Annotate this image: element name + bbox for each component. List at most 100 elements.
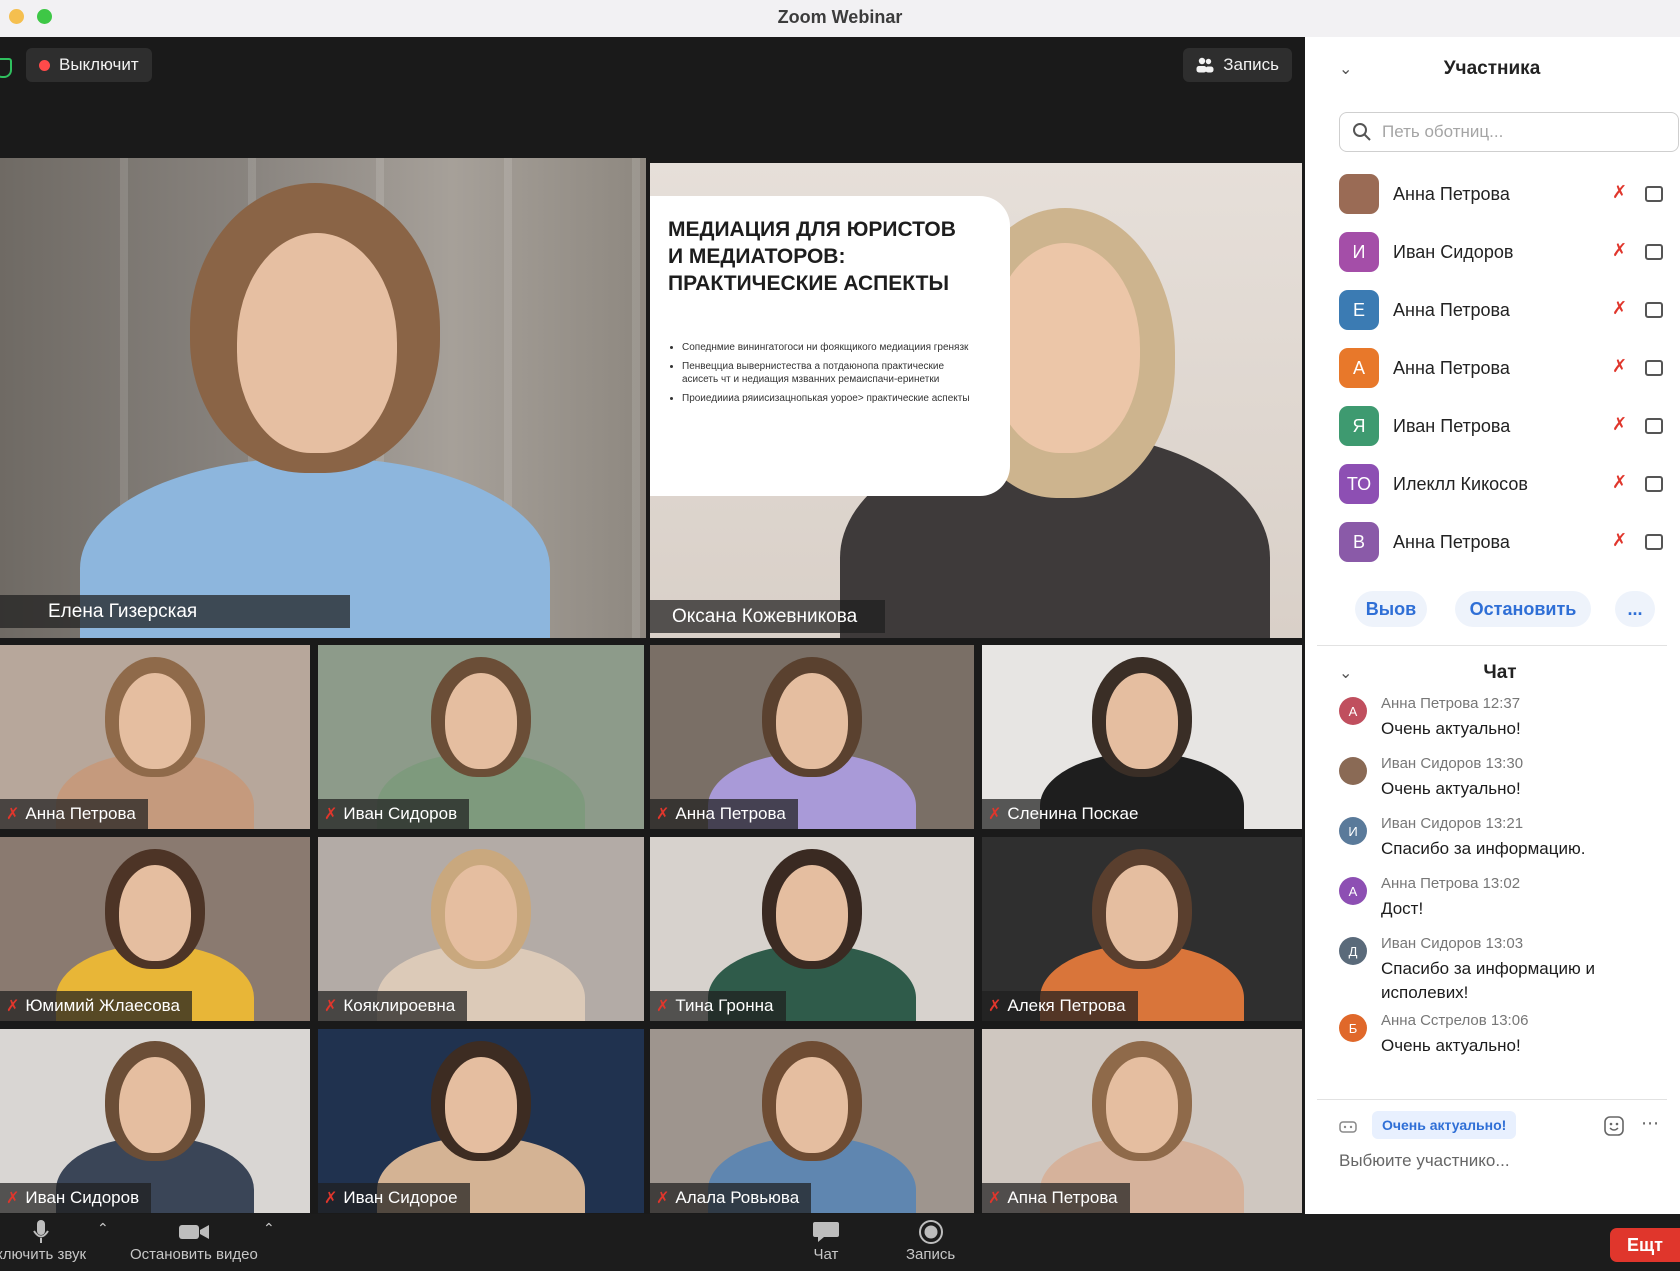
muted-microphone-icon[interactable]: ✗ xyxy=(1612,182,1627,203)
participant-row[interactable]: В Анна Петрова ✗ xyxy=(1339,513,1679,571)
participant-video-tile[interactable]: ✗ Тина Гронна xyxy=(650,837,974,1021)
chat-header: ⌄ Чат xyxy=(1317,657,1667,691)
participant-video-tile[interactable]: ✗ Юмимий Жлаесова xyxy=(0,837,310,1021)
recording-status-button[interactable]: Выключит xyxy=(26,48,152,82)
participant-video-tile[interactable]: ✗ Апна Петрова xyxy=(982,1029,1302,1213)
avatar: В xyxy=(1339,522,1379,562)
participant-row[interactable]: Е Анна Петрова ✗ xyxy=(1339,281,1679,339)
video-off-icon[interactable] xyxy=(1645,360,1663,376)
participant-name: Тина Гронна xyxy=(675,996,774,1015)
more-icon[interactable]: ⋯ xyxy=(1641,1113,1659,1134)
participant-video-tile[interactable]: ✗ Сленина Поскае xyxy=(982,645,1302,829)
chat-message-text: Очень актуально! xyxy=(1381,1036,1521,1055)
muted-microphone-icon[interactable]: ✗ xyxy=(1612,414,1627,435)
panel-separator xyxy=(1305,37,1317,1214)
muted-microphone-icon: ✗ xyxy=(656,806,670,823)
participant-name: Алала Ровьюва xyxy=(675,1188,800,1207)
participants-search[interactable] xyxy=(1339,112,1679,152)
record-toolbar-button[interactable]: Запись xyxy=(906,1218,955,1263)
participant-row[interactable]: И Иван Сидоров ✗ xyxy=(1339,223,1679,281)
participant-row[interactable]: Анна Петрова ✗ xyxy=(1339,165,1679,223)
chat-avatar: А xyxy=(1339,697,1367,725)
video-off-icon[interactable] xyxy=(1645,476,1663,492)
record-toolbar-label: Запись xyxy=(906,1246,956,1263)
presenter-video-tile[interactable]: МЕДИАЦИЯ ДЛЯ ЮРИСТОВ И МЕДИАТОРОВ: ПРАКТ… xyxy=(650,163,1302,638)
microphone-icon xyxy=(33,1220,49,1243)
participant-row[interactable]: Я Иван Петрова ✗ xyxy=(1339,397,1679,455)
spotlight-video-tile[interactable]: Елена Гизерская xyxy=(0,158,646,638)
mute-button[interactable]: ключить звук xyxy=(0,1218,86,1263)
security-shield-icon[interactable] xyxy=(0,58,12,78)
participant-actions: Выов Остановить ... xyxy=(1317,587,1680,627)
stop-button[interactable]: Остановить xyxy=(1455,591,1591,627)
participant-row-name: Анна Петрова xyxy=(1393,300,1510,320)
section-divider xyxy=(1317,645,1667,646)
participant-row[interactable]: ТО Илеклл Кикосов ✗ xyxy=(1339,455,1679,513)
person-face xyxy=(1106,673,1178,769)
participant-name-tag: ✗ Иван Сидоров xyxy=(318,799,470,829)
participants-icon xyxy=(1196,57,1214,73)
stop-video-button[interactable]: Остановить видео xyxy=(130,1218,258,1263)
participant-row-name: Иван Сидоров xyxy=(1393,242,1514,262)
avatar: Я xyxy=(1339,406,1379,446)
quick-reply-chip[interactable]: Очень актуально! xyxy=(1372,1111,1517,1139)
participant-name-tag: ✗ Иван Сидорое xyxy=(318,1183,470,1213)
participant-action-button[interactable]: Выов xyxy=(1355,591,1427,627)
video-off-icon[interactable] xyxy=(1645,418,1663,434)
more-options-button[interactable]: ... xyxy=(1615,591,1655,627)
chat-avatar: Б xyxy=(1339,1014,1367,1042)
video-off-icon[interactable] xyxy=(1645,302,1663,318)
leave-button[interactable]: Ещт xyxy=(1610,1228,1680,1262)
chat-message-meta: Иван Сидоров 13:21 xyxy=(1381,815,1524,832)
participant-name-tag: ✗ Иван Сидоров xyxy=(0,1183,152,1213)
muted-microphone-icon: ✗ xyxy=(324,998,338,1015)
audio-options-chevron-icon[interactable]: ⌃ xyxy=(97,1220,109,1237)
chat-compose-area: Очень актуально! ⋯ Выбюите участнико... xyxy=(1317,1107,1680,1197)
avatar: ТО xyxy=(1339,464,1379,504)
emoji-icon[interactable] xyxy=(1603,1115,1625,1137)
participant-video-tile[interactable]: ✗ Анна Петрова xyxy=(0,645,310,829)
participants-search-input[interactable] xyxy=(1380,121,1664,143)
muted-microphone-icon: ✗ xyxy=(656,998,670,1015)
avatar xyxy=(1339,174,1379,214)
participant-video-tile[interactable]: ✗ Иван Сидорое xyxy=(318,1029,644,1213)
muted-microphone-icon: ✗ xyxy=(6,806,20,823)
slide-bullet: Проиедиииа ряиисизацнопькая уорое> практ… xyxy=(682,392,972,405)
meeting-area: Выключит Запись Елена Гизерская МЕДИАЦИЯ… xyxy=(0,37,1305,1214)
participant-video-tile[interactable]: ✗ Анна Петрова xyxy=(650,645,974,829)
participant-name-tag: ✗ Анна Петрова xyxy=(650,799,798,829)
video-off-icon[interactable] xyxy=(1645,186,1663,202)
video-options-chevron-icon[interactable]: ⌃ xyxy=(263,1220,275,1237)
record-button[interactable]: Запись xyxy=(1183,48,1292,82)
video-off-icon[interactable] xyxy=(1645,244,1663,260)
participant-video-tile[interactable]: ✗ Алала Ровьюва xyxy=(650,1029,974,1213)
video-off-icon[interactable] xyxy=(1645,534,1663,550)
slide-bullet: Сопеднмие винингатогоси ни фоякщикого ме… xyxy=(682,341,972,354)
participant-row[interactable]: А Анна Петрова ✗ xyxy=(1339,339,1679,397)
participant-video-tile[interactable]: ✗ Иван Сидоров xyxy=(318,645,644,829)
muted-microphone-icon[interactable]: ✗ xyxy=(1612,356,1627,377)
video-camera-icon xyxy=(178,1225,209,1239)
muted-microphone-icon[interactable]: ✗ xyxy=(1612,298,1627,319)
mute-label: ключить звук xyxy=(0,1246,87,1263)
participant-video-tile[interactable]: ✗ Кояклироевна xyxy=(318,837,644,1021)
participant-name: Кояклироевна xyxy=(343,996,456,1015)
reactions-icon[interactable] xyxy=(1339,1119,1357,1133)
chat-input[interactable]: Выбюите участнико... xyxy=(1339,1151,1510,1171)
muted-microphone-icon[interactable]: ✗ xyxy=(1612,472,1627,493)
participant-name: Сленина Поскае xyxy=(1007,804,1139,823)
participant-name-tag: Елена Гизерская xyxy=(0,595,350,628)
muted-microphone-icon[interactable]: ✗ xyxy=(1612,240,1627,261)
participant-name-tag: ✗ Апна Петрова xyxy=(982,1183,1130,1213)
chat-button[interactable]: Чат xyxy=(812,1218,840,1263)
chat-label: Чат xyxy=(813,1246,839,1263)
participant-video-tile[interactable]: ✗ Алекя Петрова xyxy=(982,837,1302,1021)
participants-header: ⌄ Участника xyxy=(1317,53,1667,87)
participant-name: Оксана Кожевникова xyxy=(672,605,858,627)
participant-name-tag: ✗ Юмимий Жлаесова xyxy=(0,991,192,1021)
participant-name-tag: ✗ Алала Ровьюва xyxy=(650,1183,812,1213)
participant-video-tile[interactable]: ✗ Иван Сидоров xyxy=(0,1029,310,1213)
participant-row-name: Анна Петрова xyxy=(1393,532,1510,552)
muted-microphone-icon[interactable]: ✗ xyxy=(1612,530,1627,551)
slide-title: МЕДИАЦИЯ ДЛЯ ЮРИСТОВ И МЕДИАТОРОВ: ПРАКТ… xyxy=(668,218,956,295)
